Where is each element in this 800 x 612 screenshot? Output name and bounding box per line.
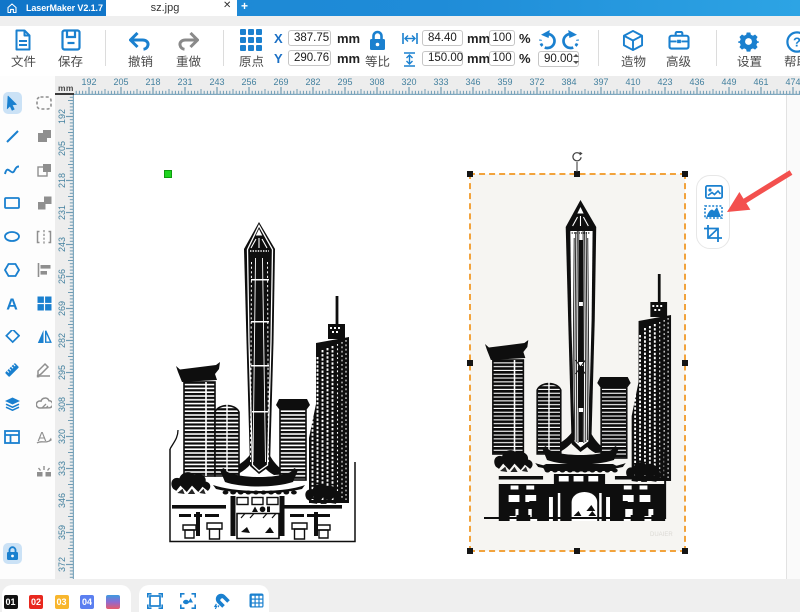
- svg-text:192: 192: [81, 77, 96, 87]
- svg-text:192: 192: [57, 109, 67, 124]
- svg-text:243: 243: [209, 77, 224, 87]
- svg-text:269: 269: [57, 301, 67, 316]
- svg-text:372: 372: [529, 77, 544, 87]
- svg-text:269: 269: [273, 77, 288, 87]
- svg-text:308: 308: [369, 77, 384, 87]
- svg-text:218: 218: [145, 77, 160, 87]
- svg-text:410: 410: [625, 77, 640, 87]
- svg-text:282: 282: [57, 333, 67, 348]
- svg-text:423: 423: [657, 77, 672, 87]
- svg-text:295: 295: [57, 365, 67, 380]
- svg-text:295: 295: [337, 77, 352, 87]
- svg-text:320: 320: [401, 77, 416, 87]
- svg-text:333: 333: [57, 461, 67, 476]
- svg-text:346: 346: [465, 77, 480, 87]
- svg-text:436: 436: [689, 77, 704, 87]
- svg-text:243: 243: [57, 237, 67, 252]
- svg-text:461: 461: [753, 77, 768, 87]
- svg-text:256: 256: [241, 77, 256, 87]
- svg-text:A: A: [6, 296, 18, 311]
- svg-text:346: 346: [57, 493, 67, 508]
- svg-text:384: 384: [561, 77, 576, 87]
- svg-text:205: 205: [113, 77, 128, 87]
- svg-text:282: 282: [305, 77, 320, 87]
- svg-text:231: 231: [177, 77, 192, 87]
- svg-text:397: 397: [593, 77, 608, 87]
- svg-text:308: 308: [57, 397, 67, 412]
- svg-text:359: 359: [57, 525, 67, 540]
- svg-text:474: 474: [785, 77, 800, 87]
- svg-text:?: ?: [793, 35, 800, 50]
- svg-text:256: 256: [57, 269, 67, 284]
- svg-text:205: 205: [57, 141, 67, 156]
- svg-text:372: 372: [57, 557, 67, 572]
- svg-text:449: 449: [721, 77, 736, 87]
- svg-text:333: 333: [433, 77, 448, 87]
- svg-text:231: 231: [57, 205, 67, 220]
- svg-text:218: 218: [57, 173, 67, 188]
- svg-text:359: 359: [497, 77, 512, 87]
- svg-text:320: 320: [57, 429, 67, 444]
